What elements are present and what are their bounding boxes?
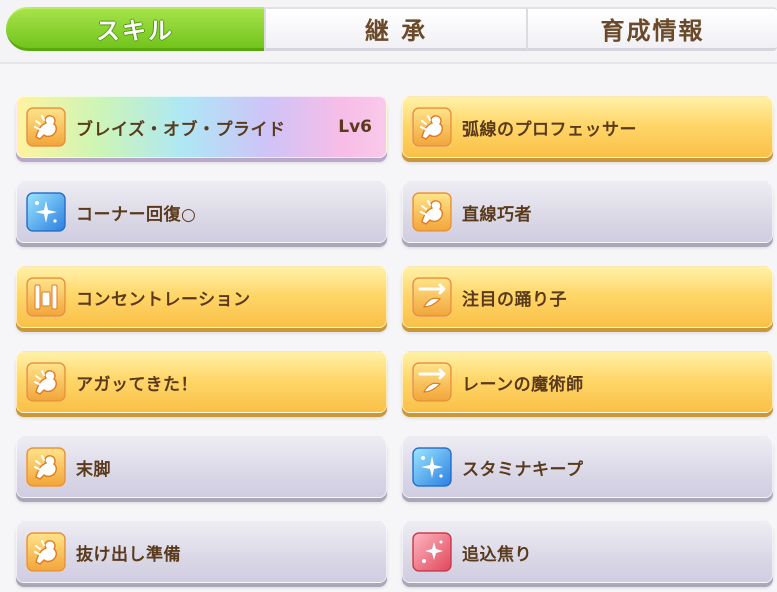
skill-card[interactable]: レーンの魔術師: [402, 351, 773, 413]
debuff-arrow-icon: [412, 277, 452, 317]
skill-name: 末脚: [76, 459, 111, 480]
skill-card[interactable]: 抜け出し準備: [16, 521, 387, 583]
skill-name: 直線巧者: [462, 204, 532, 225]
skill-card[interactable]: コーナー回復○: [16, 181, 387, 243]
skill-name: レーンの魔術師: [462, 374, 584, 395]
speed-boost-icon: [412, 192, 452, 232]
skill-name: スタミナキープ: [462, 459, 584, 480]
speed-boost-icon: [26, 362, 66, 402]
stamina-recovery-icon: [26, 192, 66, 232]
speed-boost-icon: [26, 107, 66, 147]
skill-card[interactable]: 注目の踊り子: [402, 266, 773, 328]
skill-name: 追込焦り: [462, 544, 532, 565]
tab-bar: スキル 継 承 育成情報: [6, 7, 777, 51]
skill-card[interactable]: スタミナキープ: [402, 436, 773, 498]
tab-training-info[interactable]: 育成情報: [526, 7, 777, 51]
skill-card[interactable]: 末脚: [16, 436, 387, 498]
skill-card[interactable]: コンセントレーション: [16, 266, 387, 328]
skill-name: 注目の踊り子: [462, 289, 567, 310]
tab-inheritance-label: 継 承: [364, 17, 428, 45]
stamina-recovery-icon: [412, 447, 452, 487]
skill-card[interactable]: ブレイズ・オブ・プライド Lv6: [16, 96, 387, 158]
skill-card[interactable]: 追込焦り: [402, 521, 773, 583]
skill-card[interactable]: 弧線のプロフェッサー: [402, 96, 773, 158]
skill-name: コンセントレーション: [76, 289, 251, 310]
tab-skill[interactable]: スキル: [6, 7, 264, 51]
skill-name: コーナー回復○: [76, 204, 197, 225]
skill-level: Lv6: [338, 117, 372, 137]
debuff-arrow-icon: [412, 362, 452, 402]
tab-inheritance[interactable]: 継 承: [264, 7, 526, 51]
skill-name: 弧線のプロフェッサー: [462, 119, 637, 140]
speed-boost-icon: [26, 532, 66, 572]
tab-training-info-label: 育成情報: [600, 17, 705, 45]
skill-card[interactable]: アガッてきた！: [16, 351, 387, 413]
skill-name: 抜け出し準備: [76, 544, 181, 565]
skill-name: ブレイズ・オブ・プライド: [76, 119, 286, 140]
red-sparkle-icon: [412, 532, 452, 572]
skill-name: アガッてきた！: [76, 374, 198, 395]
gate-start-icon: [26, 277, 66, 317]
skill-card[interactable]: 直線巧者: [402, 181, 773, 243]
tab-skill-label: スキル: [96, 17, 174, 45]
speed-boost-icon: [412, 107, 452, 147]
speed-boost-icon: [26, 447, 66, 487]
